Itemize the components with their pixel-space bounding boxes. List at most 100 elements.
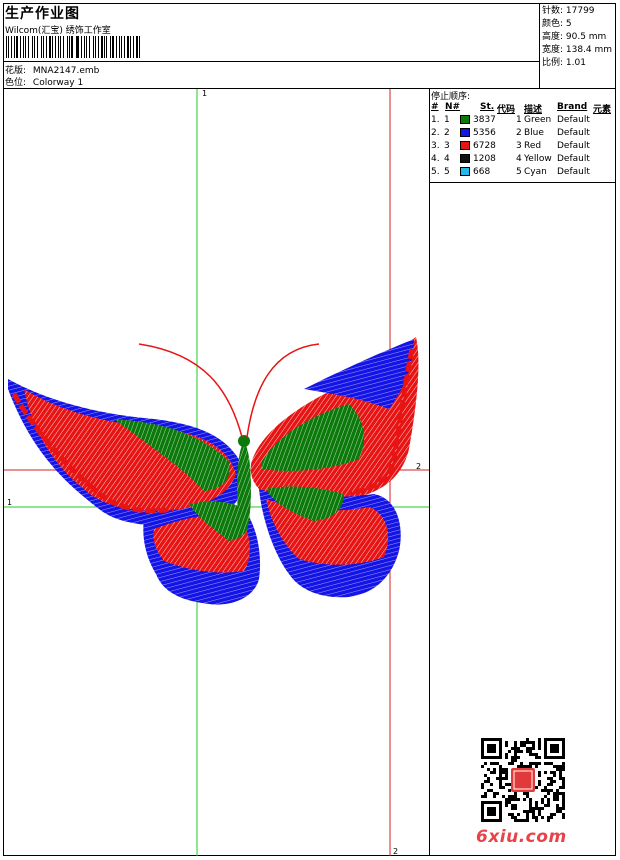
stop-description: Green [524, 115, 552, 125]
qr-module [496, 762, 499, 765]
stop-sequence-title: 停止顺序: [431, 92, 471, 102]
qr-module [499, 786, 502, 789]
stop-code: 5 [516, 167, 522, 177]
qr-module [547, 804, 550, 807]
qr-module [493, 768, 496, 771]
qr-module [502, 777, 505, 780]
watermark: 6xiu.com [476, 827, 567, 847]
barcode-bar [120, 36, 122, 58]
barcode-bar [95, 36, 96, 58]
qr-module [556, 765, 559, 768]
qr-module [508, 798, 511, 801]
qr-module [556, 807, 559, 810]
stop-description: Red [524, 141, 542, 151]
qr-module [511, 804, 514, 807]
barcode-bar [31, 36, 33, 58]
barcode-bar [25, 36, 26, 58]
qr-module [511, 759, 514, 762]
stop-code: 4 [516, 154, 522, 164]
qr-module [499, 783, 502, 786]
qr-module [550, 813, 553, 816]
qr-module [514, 792, 517, 795]
barcode-bar [62, 36, 65, 58]
qr-module [532, 813, 535, 816]
qr-module [505, 768, 508, 771]
stop-stitches: 668 [473, 167, 491, 177]
qr-module [562, 780, 565, 783]
qr-module [529, 810, 532, 813]
qr-module [556, 792, 559, 795]
design-width: 宽度: 138.4 mm [542, 45, 613, 55]
qr-module [538, 756, 541, 759]
barcode-bar [130, 36, 131, 58]
qr-module [490, 762, 493, 765]
qr-finder [550, 744, 559, 753]
panel-divider [429, 88, 430, 856]
qr-module [538, 807, 541, 810]
barcode-bar [109, 36, 112, 58]
qr-module [538, 810, 541, 813]
qr-finder [487, 807, 496, 816]
qr-module [562, 765, 565, 768]
qr-module [508, 789, 511, 792]
qr-module [532, 744, 535, 747]
stop-description: Blue [524, 128, 544, 138]
qr-module [526, 819, 529, 822]
butterfly-body [237, 444, 251, 534]
barcode-bar [75, 36, 77, 58]
stop-stitches: 6728 [473, 141, 496, 151]
qr-module [526, 816, 529, 819]
qr-module [553, 792, 556, 795]
qr-module [505, 771, 508, 774]
qr-module [505, 801, 508, 804]
axis-label-right: 2 [416, 462, 422, 471]
qr-module [538, 741, 541, 744]
barcode-bar [119, 36, 120, 58]
qr-module [532, 741, 535, 744]
qr-module [517, 798, 520, 801]
stop-needle: 2 [444, 128, 450, 138]
qr-module [511, 816, 514, 819]
qr-module [550, 777, 553, 780]
stop-row: 1. 1 3837 1 Green Default [431, 115, 617, 128]
barcode-bar [33, 36, 36, 58]
qr-module [550, 816, 553, 819]
qr-module [514, 807, 517, 810]
qr-module [562, 777, 565, 780]
qr-module [559, 810, 562, 813]
col-element-header: 元素 [593, 105, 612, 115]
qr-module [523, 792, 526, 795]
barcode-bar [58, 36, 60, 58]
qr-module [559, 807, 562, 810]
qr-module [505, 744, 508, 747]
qr-module [520, 744, 523, 747]
barcode-bar [37, 36, 38, 58]
qr-module [547, 777, 550, 780]
qr-module [523, 810, 526, 813]
qr-module [487, 777, 490, 780]
butterfly-embroidery [8, 337, 419, 605]
qr-module [484, 762, 487, 765]
qr-module [535, 804, 538, 807]
qr-module [520, 750, 523, 753]
qr-module [514, 753, 517, 756]
barcode-bar [51, 36, 53, 58]
qr-module [559, 765, 562, 768]
qr-module [538, 813, 541, 816]
color-swatch [460, 154, 470, 163]
qr-module [553, 774, 556, 777]
stop-needle: 1 [444, 115, 450, 125]
qr-module [556, 804, 559, 807]
qr-module [538, 774, 541, 777]
qr-module [529, 747, 532, 750]
qr-module [523, 765, 526, 768]
qr-module [544, 804, 547, 807]
qr-module [505, 783, 508, 786]
design-name-divider [3, 61, 539, 62]
qr-module [547, 801, 550, 804]
qr-module [529, 750, 532, 753]
stop-index: 1. [431, 115, 440, 125]
stop-description: Yellow [524, 154, 552, 164]
qr-module [484, 795, 487, 798]
qr-module [508, 783, 511, 786]
